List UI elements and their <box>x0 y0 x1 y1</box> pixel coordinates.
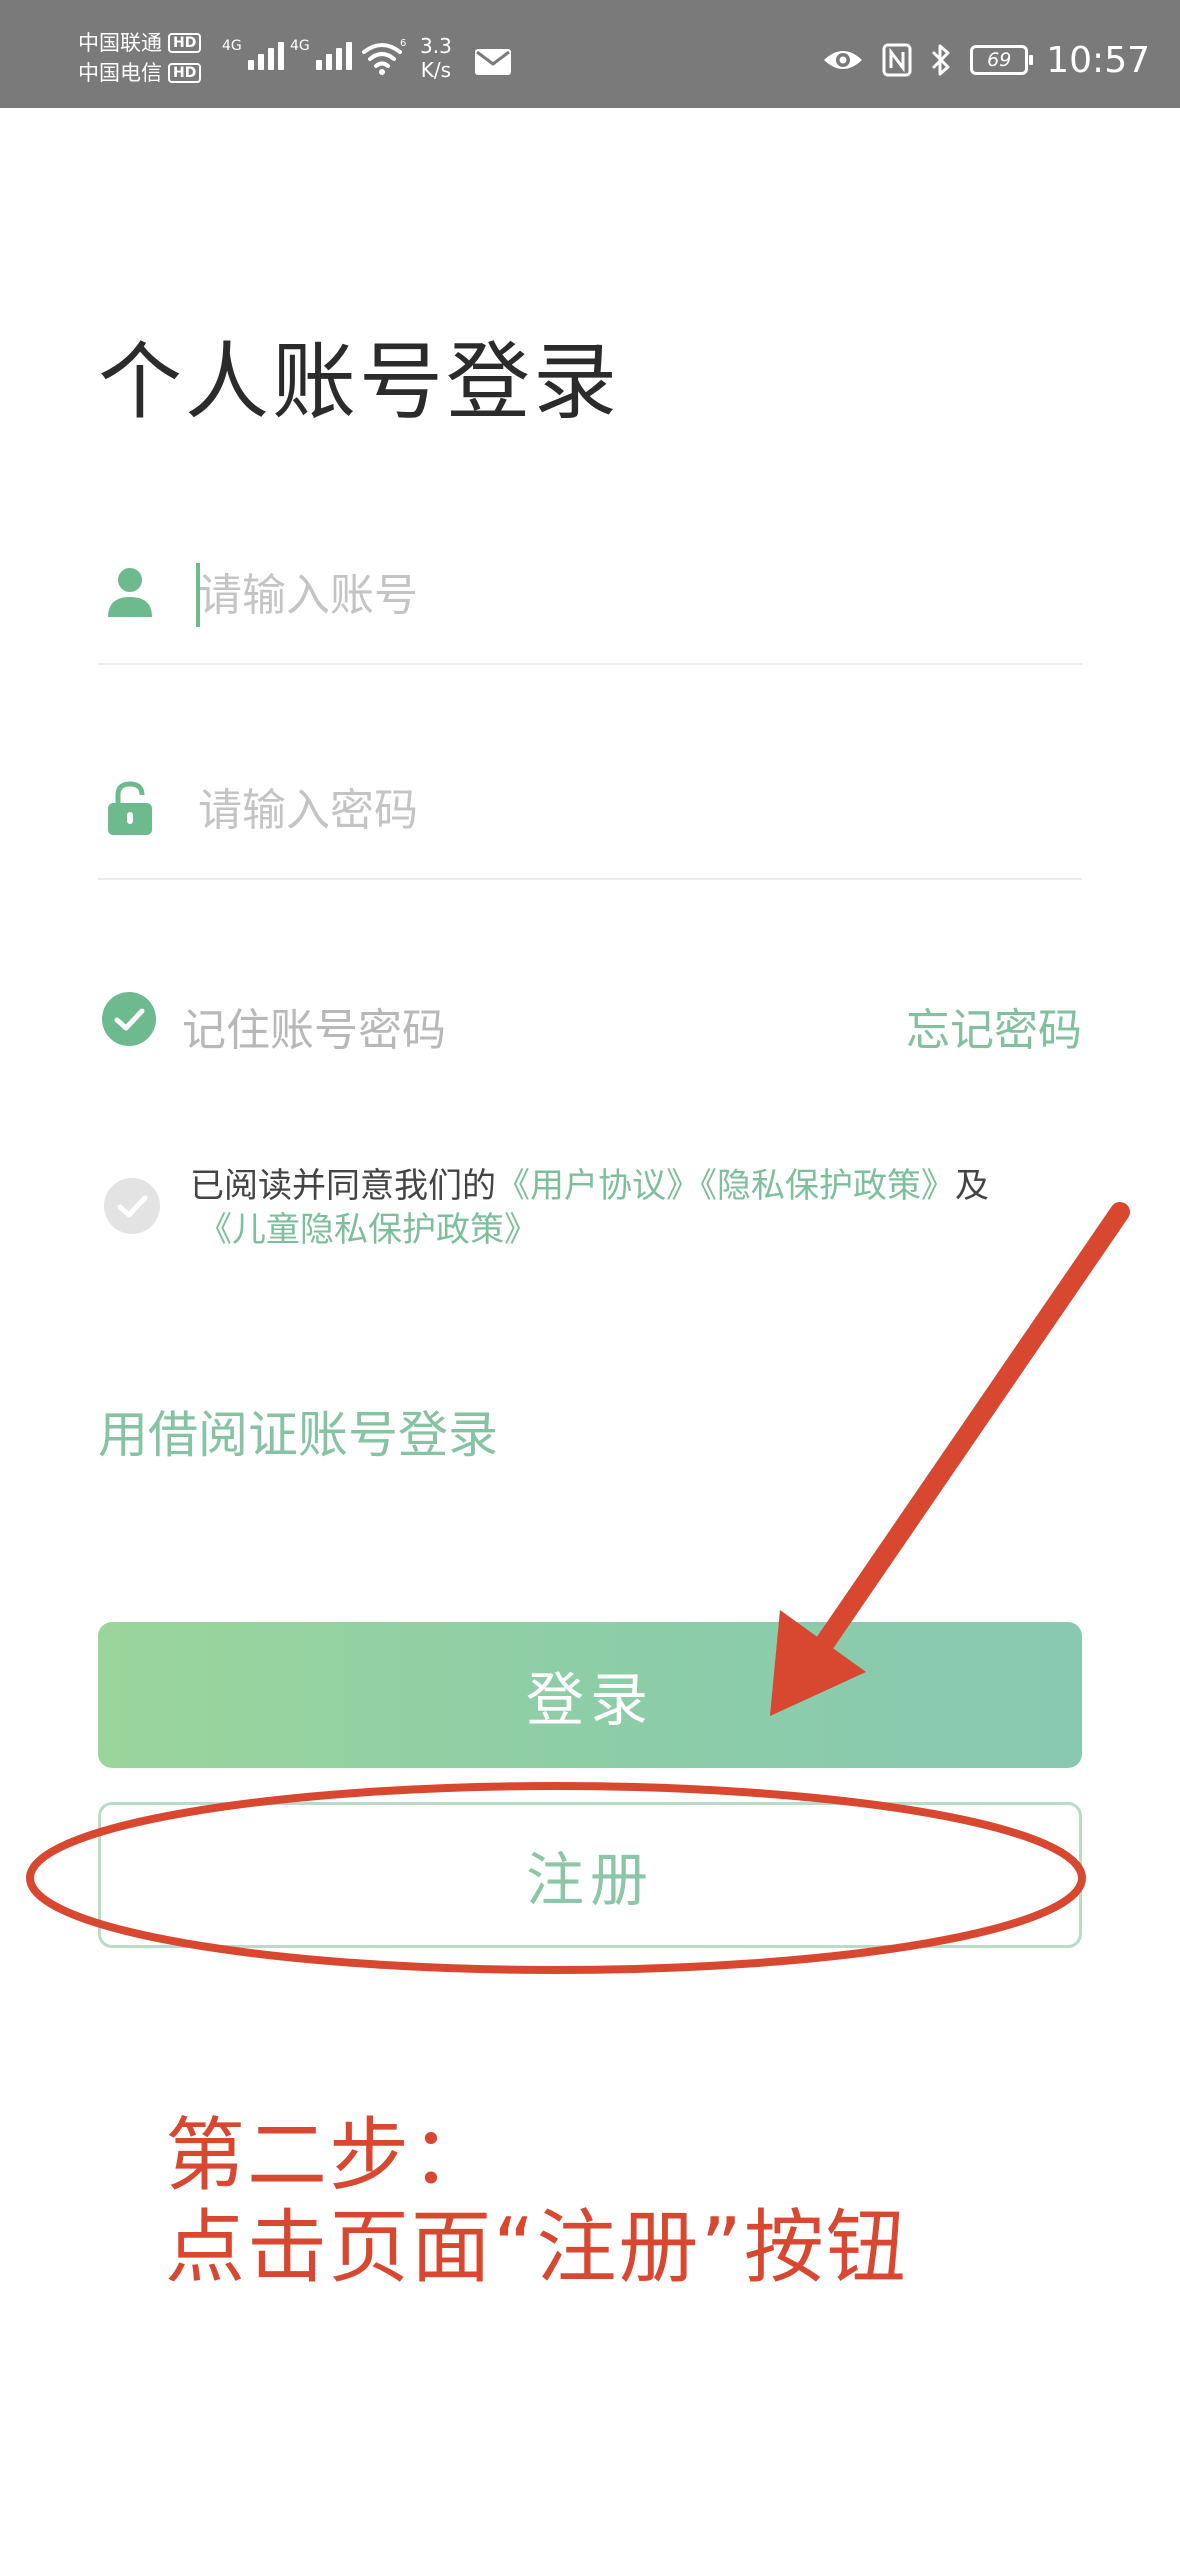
text-cursor <box>196 563 200 627</box>
check-icon <box>114 1008 145 1031</box>
user-icon <box>108 568 152 617</box>
arrow-shaft <box>810 1202 1130 1660</box>
step-instruction: 点击页面“注册”按钮 <box>165 2201 908 2294</box>
lock-icon <box>108 781 152 835</box>
child-privacy-policy-link[interactable]: 《儿童隐私保护政策》 <box>198 1208 538 1252</box>
register-button[interactable]: 注册 <box>98 1802 1082 1948</box>
speed-unit: K/s <box>420 58 452 82</box>
step-annotation: 第二步： 点击页面“注册”按钮 <box>165 2110 908 2294</box>
eye-icon <box>824 51 863 69</box>
login-button[interactable]: 登录 <box>98 1622 1082 1768</box>
step-title: 第二步： <box>165 2109 493 2202</box>
network-speed: 3.3 K/s <box>420 34 452 82</box>
battery-icon: 69 <box>970 45 1034 75</box>
hd-badge-icon: HD <box>168 33 202 53</box>
remember-row: 记住账号密码 忘记密码 <box>98 988 1082 1056</box>
carrier-1: 中国联通 HD <box>78 28 202 58</box>
account-field <box>98 535 1082 665</box>
carrier-1-name: 中国联通 <box>78 31 162 55</box>
signal-icon: 4G <box>222 38 284 70</box>
password-field <box>98 750 1082 880</box>
check-icon <box>117 1195 148 1218</box>
remember-label: 记住账号密码 <box>182 1005 446 1056</box>
status-time: 10:57 <box>1046 39 1150 81</box>
wifi-icon: 6 <box>362 38 406 75</box>
network-type-2: 4G <box>290 38 310 54</box>
hd-badge-icon: HD <box>168 63 202 83</box>
network-type-1: 4G <box>222 38 242 54</box>
bluetooth-icon <box>932 44 950 76</box>
carrier-2: 中国电信 HD <box>78 58 202 88</box>
agreement-text: 已阅读并同意我们的《用户协议》《隐私保护政策》及 <box>190 1164 1082 1208</box>
user-agreement-link[interactable]: 《用户协议》 <box>496 1166 700 1206</box>
account-input[interactable] <box>198 563 1058 627</box>
signal-icon: 4G <box>290 38 352 70</box>
agreement-and: 及 <box>955 1166 989 1206</box>
carrier-2-name: 中国电信 <box>78 61 162 85</box>
library-card-login-link[interactable]: 用借阅证账号登录 <box>98 1395 498 1467</box>
carrier-info: 中国联通 HD 中国电信 HD <box>78 28 202 88</box>
page-title: 个人账号登录 <box>98 333 621 431</box>
status-bar: 中国联通 HD 中国电信 HD 4G 4G 6 3.3 K/s 69 10:57 <box>0 0 1180 108</box>
nfc-icon <box>882 43 912 77</box>
password-input[interactable] <box>198 778 1058 842</box>
speed-value: 3.3 <box>420 34 452 58</box>
forgot-password-link[interactable]: 忘记密码 <box>906 994 1082 1058</box>
svg-text:6: 6 <box>400 38 406 49</box>
agreement-prefix: 已阅读并同意我们的 <box>190 1166 496 1206</box>
agreement-row: 已阅读并同意我们的《用户协议》《隐私保护政策》及 《儿童隐私保护政策》 <box>98 1158 1082 1268</box>
mail-icon <box>475 49 511 75</box>
remember-checkbox[interactable] <box>102 992 156 1046</box>
agreement-checkbox[interactable] <box>104 1178 160 1234</box>
privacy-policy-link[interactable]: 《隐私保护政策》 <box>700 1166 955 1206</box>
status-right: 69 10:57 <box>822 39 1150 81</box>
